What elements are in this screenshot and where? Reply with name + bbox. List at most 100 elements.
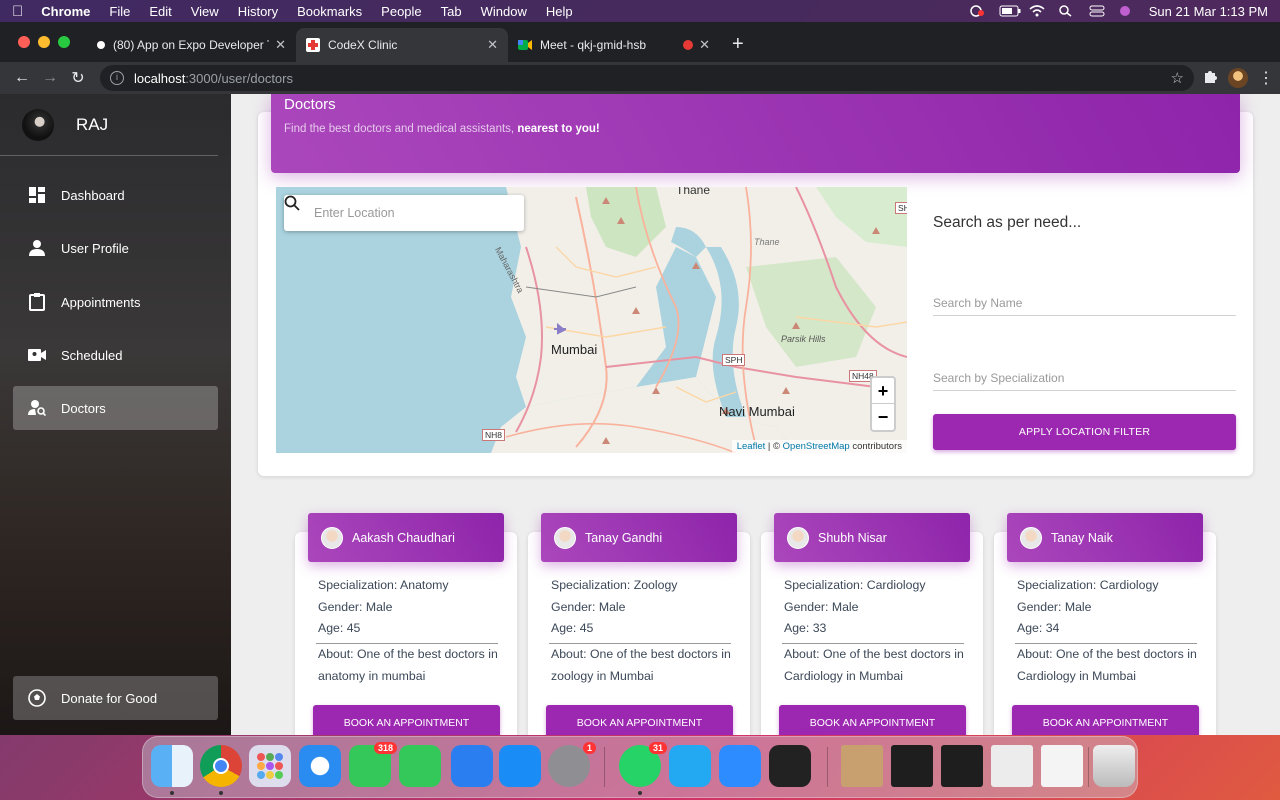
attribution-tail: contributors [849,441,902,452]
quicktime-icon[interactable] [769,745,811,787]
window-thumbnail-icon[interactable] [941,745,983,787]
sidebar-item-doctors[interactable]: Doctors [13,386,218,430]
tab-meet[interactable]: Meet - qkj-gmid-hsb ✕ [508,28,720,62]
tab-title: (80) App on Expo Developer To [113,38,270,52]
apply-location-filter-button[interactable]: APPLY LOCATION FILTER [933,414,1236,450]
map-label-top: Thane [676,187,711,197]
finder-icon[interactable] [151,745,193,795]
window-thumbnail-icon[interactable] [841,745,883,787]
spotlight-icon[interactable] [1059,5,1075,17]
sidebar-item-appointments[interactable]: Appointments [13,280,218,324]
zoom-icon[interactable] [719,745,761,787]
new-tab-button[interactable]: + [720,28,756,62]
facetime-icon[interactable] [399,745,441,787]
chrome-icon[interactable] [200,745,242,795]
menu-view[interactable]: View [191,4,219,19]
book-appointment-button[interactable]: BOOK AN APPOINTMENT [1012,705,1199,735]
whatsapp-icon[interactable]: 31 [619,742,667,795]
menu-bookmarks[interactable]: Bookmarks [297,4,362,19]
reload-icon[interactable]: ↻ [64,68,92,88]
close-tab-icon[interactable]: ✕ [699,37,710,53]
window-thumbnail-icon[interactable] [891,745,933,787]
doctor-gender: Gender: Male [784,599,859,614]
menu-file[interactable]: File [109,4,130,19]
doctor-specialization: Specialization: Anatomy [318,578,449,592]
wifi-icon[interactable] [1029,5,1045,17]
user-avatar[interactable] [22,108,54,141]
sidebar-item-label: Scheduled [61,347,123,363]
book-appointment-button[interactable]: BOOK AN APPOINTMENT [546,705,733,735]
address-bar[interactable]: i localhost:3000/user/doctors ☆ [100,65,1194,91]
doctor-info: Specialization: Cardiology Gender: Male … [1017,575,1159,640]
simulator-icon[interactable] [451,745,493,787]
safari-icon[interactable] [299,745,341,787]
menu-help[interactable]: Help [546,4,573,19]
extensions-puzzle-icon[interactable] [1202,68,1218,89]
zoom-out-button[interactable]: − [872,404,894,430]
close-tab-icon[interactable]: ✕ [275,37,286,53]
trash-icon[interactable] [1093,745,1135,787]
video-icon [28,346,46,364]
map-attribution: Leaflet | © OpenStreetMap contributors [731,440,907,453]
attribution-separator: | © [765,441,783,452]
subtitle-emphasis: nearest to you! [517,123,600,135]
doctor-avatar [321,526,343,549]
donate-button[interactable]: Donate for Good [13,676,218,720]
tab-codex-clinic[interactable]: CodeX Clinic ✕ [296,28,508,62]
siri-icon[interactable] [1119,5,1135,17]
system-preferences-icon[interactable]: 1 [548,742,596,787]
control-center-icon[interactable] [1089,5,1105,17]
map-label-thane: Thane [754,237,780,247]
doctor-specialization: Specialization: Cardiology [1017,578,1159,592]
menu-history[interactable]: History [238,4,278,19]
window-thumbnail-icon[interactable] [991,745,1033,787]
doctor-gender: Gender: Male [551,599,626,614]
minimize-window-button[interactable] [38,36,50,48]
menu-app-name[interactable]: Chrome [41,4,90,19]
book-appointment-button[interactable]: BOOK AN APPOINTMENT [779,705,966,735]
window-thumbnail-icon[interactable] [1041,745,1083,787]
menubar-clock[interactable]: Sun 21 Mar 1:13 PM [1149,4,1268,19]
map-zoom-control: + − [870,376,896,432]
map-label-parsik-hills: Parsik Hills [781,334,826,344]
map-label-navi-mumbai: Navi Mumbai [719,404,795,419]
app-store-icon[interactable] [499,745,541,787]
doctor-header: Shubh Nisar [774,513,970,562]
tab-expo[interactable]: (80) App on Expo Developer To ✕ [84,28,296,62]
back-arrow-icon[interactable]: ← [8,69,36,87]
location-map[interactable]: Mumbai Navi Mumbai Thane Parsik Hills Ma… [276,187,907,453]
osm-link[interactable]: OpenStreetMap [783,441,850,452]
vscode-icon[interactable] [669,745,711,787]
bookmark-star-icon[interactable]: ☆ [1171,69,1184,87]
record-status-icon[interactable] [969,5,985,17]
leaflet-link[interactable]: Leaflet [737,441,766,452]
forward-arrow-icon[interactable]: → [36,69,64,87]
sidebar-item-dashboard[interactable]: Dashboard [13,173,218,217]
map-search-input[interactable]: Enter Location [284,195,524,231]
menu-tab[interactable]: Tab [441,4,462,19]
menu-people[interactable]: People [381,4,421,19]
menu-edit[interactable]: Edit [149,4,171,19]
whatsapp-badge: 31 [648,742,667,754]
profile-avatar[interactable] [1228,68,1248,88]
launchpad-icon[interactable] [249,745,291,787]
book-appointment-button[interactable]: BOOK AN APPOINTMENT [313,705,500,735]
zoom-in-button[interactable]: + [872,378,894,404]
search-name-input[interactable]: Search by Name [933,296,1236,316]
search-specialization-input[interactable]: Search by Specialization [933,371,1236,391]
browser-toolbar: ← → ↻ i localhost:3000/user/doctors ☆ ⋮ [0,62,1280,94]
doctor-age: Age: 33 [784,621,827,635]
battery-icon[interactable] [999,5,1021,17]
sidebar-item-user-profile[interactable]: User Profile [13,226,218,270]
tab-title: Meet - qkj-gmid-hsb [540,38,647,52]
menu-window[interactable]: Window [481,4,527,19]
sidebar-user[interactable]: RAJ [0,94,218,156]
chrome-menu-icon[interactable]: ⋮ [1258,68,1274,88]
sidebar-item-scheduled[interactable]: Scheduled [13,333,218,377]
apple-icon[interactable]:  [12,3,23,20]
close-window-button[interactable] [18,36,30,48]
messages-icon[interactable]: 318 [349,742,397,787]
site-info-icon[interactable]: i [110,71,124,85]
zoom-window-button[interactable] [58,36,70,48]
close-tab-icon[interactable]: ✕ [487,37,498,53]
